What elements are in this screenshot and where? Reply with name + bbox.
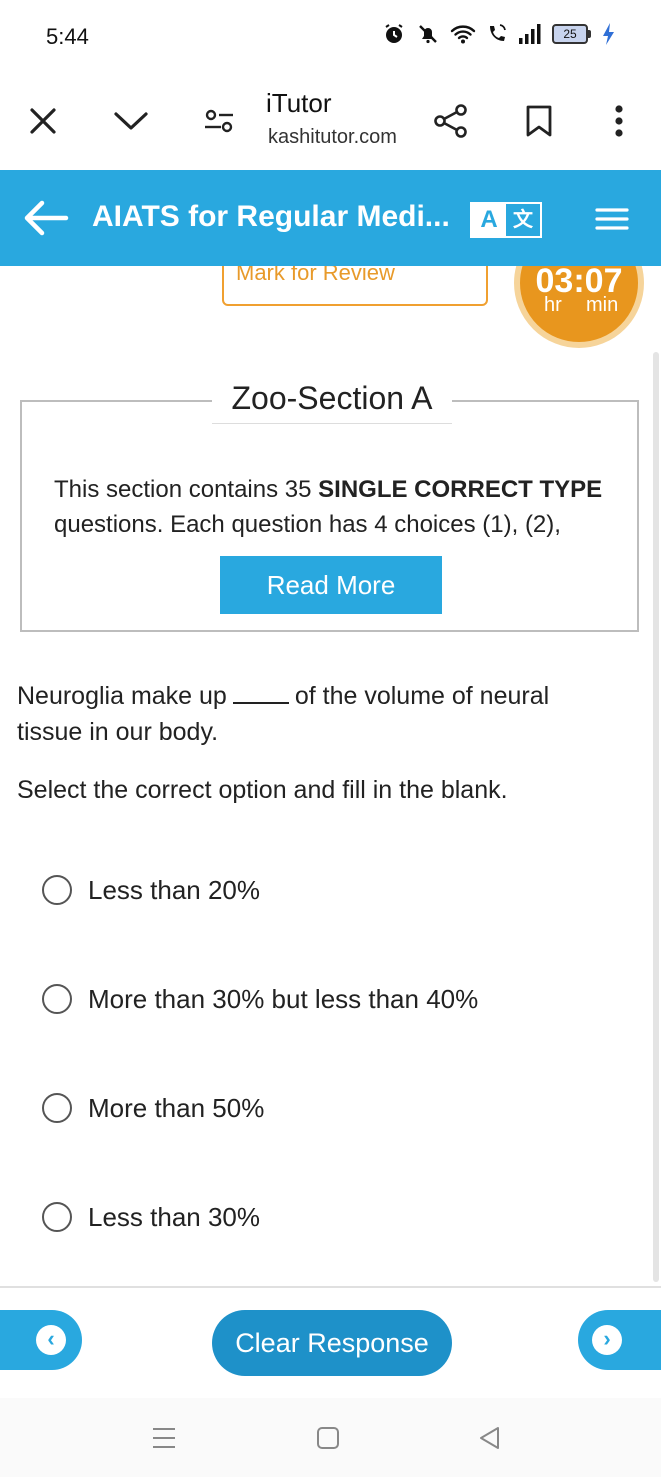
more-icon[interactable] (594, 96, 644, 146)
section-title: Zoo-Section A (212, 380, 452, 424)
mute-icon (416, 22, 440, 46)
wifi-icon (450, 22, 476, 46)
review-label: Mark for Review (236, 266, 395, 285)
section-description: This section contains 35 SINGLE CORRECT … (54, 476, 603, 538)
status-icons: 25 (382, 22, 615, 46)
option-label: Less than 20% (88, 874, 261, 905)
section-type-bold: SINGLE CORRECT TYPE (318, 476, 603, 503)
scrollbar[interactable] (653, 352, 659, 1282)
back-icon[interactable] (472, 1422, 508, 1454)
chevron-down-icon[interactable] (106, 96, 156, 146)
question-panel[interactable]: Mark for Review 03:07 hr min Zoo-Section… (0, 266, 661, 1286)
close-icon[interactable] (18, 96, 68, 146)
section-info-box: Zoo-Section A This section contains 35 S… (20, 380, 639, 632)
mark-for-review-button[interactable]: Mark for Review (222, 266, 488, 306)
status-bar: 5:44 25 (0, 0, 661, 76)
radio-button[interactable] (42, 984, 72, 1014)
recents-icon[interactable] (146, 1422, 182, 1454)
timer-min-label: min (586, 294, 619, 316)
hamburger-menu-icon[interactable] (594, 204, 630, 234)
question-instruction: Select the correct option and fill in th… (17, 776, 508, 804)
signal-icon (518, 23, 542, 45)
translate-letter: A (472, 204, 506, 236)
read-more-button[interactable]: Read More (220, 556, 442, 614)
fill-blank (232, 682, 289, 704)
wifi-call-icon (486, 22, 508, 46)
translate-button[interactable]: A 文 (470, 202, 542, 238)
translate-glyph: 文 (513, 209, 533, 231)
radio-button[interactable] (42, 1202, 72, 1232)
chevron-right-icon: › (592, 1325, 622, 1355)
bookmark-icon[interactable] (514, 96, 564, 146)
home-icon[interactable] (310, 1422, 346, 1454)
battery-level: 25 (552, 24, 588, 44)
exam-title: AIATS for Regular Medi... (92, 200, 450, 233)
option-4[interactable]: Less than 30% (42, 1197, 602, 1237)
radio-button[interactable] (42, 1093, 72, 1123)
next-question-button[interactable]: › (578, 1310, 661, 1370)
option-label: Less than 30% (88, 1201, 261, 1232)
share-icon[interactable] (426, 96, 476, 146)
option-label: More than 50% (88, 1092, 265, 1123)
status-time: 5:44 (46, 24, 89, 49)
option-3[interactable]: More than 50% (42, 1088, 602, 1128)
browser-toolbar: iTutor kashitutor.com (0, 76, 661, 170)
system-nav-bar (0, 1398, 661, 1477)
app-header: AIATS for Regular Medi... A 文 (0, 170, 661, 266)
option-label: More than 30% but less than 40% (88, 983, 479, 1014)
action-bar: ‹ Clear Response › (0, 1286, 661, 1398)
site-title: iTutor (266, 88, 332, 118)
clear-response-button[interactable]: Clear Response (212, 1310, 452, 1376)
option-2[interactable]: More than 30% but less than 40% (42, 979, 602, 1019)
alarm-icon (382, 22, 406, 46)
radio-button[interactable] (42, 875, 72, 905)
question-text: Neuroglia make up of the volume of neural… (17, 682, 550, 746)
timer-badge: 03:07 hr min (514, 266, 644, 348)
previous-question-button[interactable]: ‹ (0, 1310, 82, 1370)
settings-icon[interactable] (194, 96, 244, 146)
timer-value: 03:07 (535, 266, 623, 300)
timer-hr-label: hr (544, 294, 562, 316)
charging-icon (601, 22, 615, 46)
site-url: kashitutor.com (268, 126, 397, 148)
option-1[interactable]: Less than 20% (42, 870, 602, 910)
back-arrow-icon[interactable] (20, 194, 70, 242)
chevron-left-icon: ‹ (36, 1325, 66, 1355)
battery-icon: 25 (552, 24, 591, 44)
